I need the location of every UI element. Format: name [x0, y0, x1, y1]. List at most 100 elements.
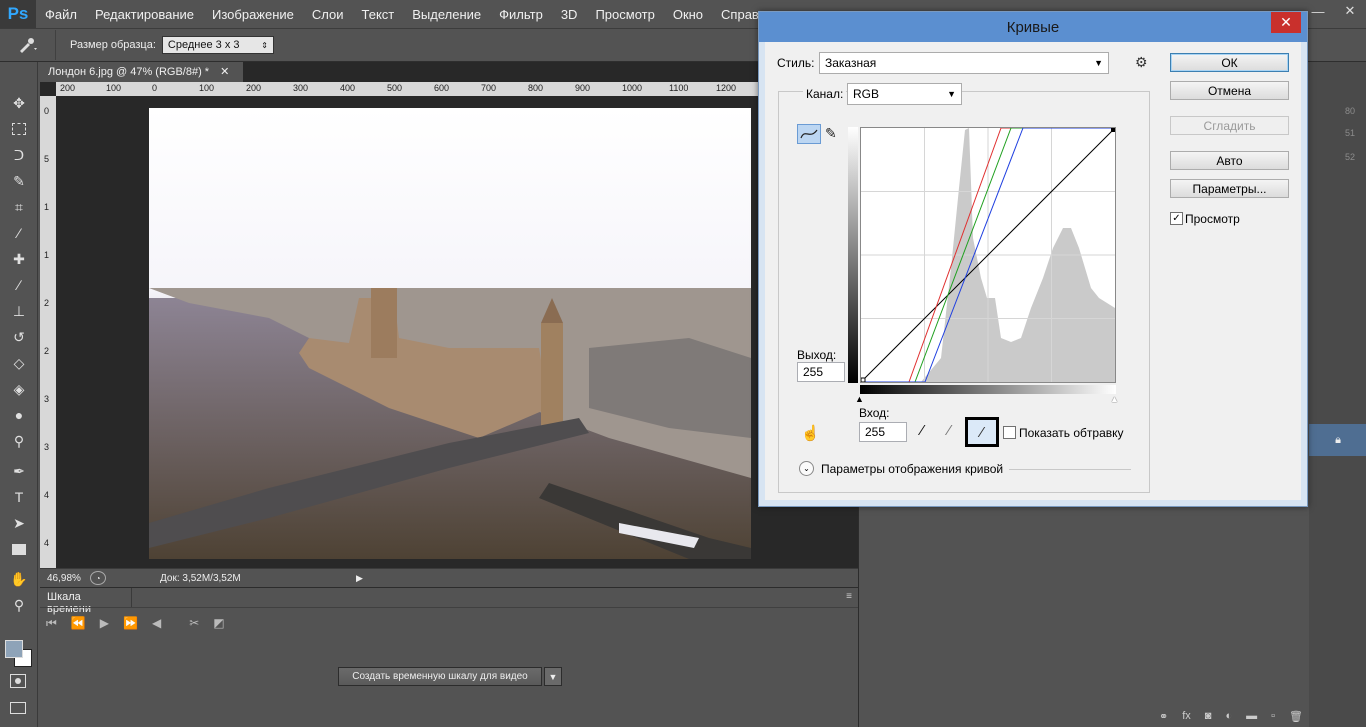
input-field[interactable]: [859, 422, 907, 442]
gray-point-eyedropper-icon[interactable]: ⁄: [948, 422, 951, 439]
layer-row-selected[interactable]: 🔒︎: [1309, 424, 1366, 456]
foreground-color-swatch[interactable]: [5, 640, 23, 658]
ruler-label: 5: [44, 154, 50, 164]
zoom-tool-icon[interactable]: ⚲: [6, 594, 32, 616]
curves-graph[interactable]: [860, 127, 1116, 383]
healing-brush-tool-icon[interactable]: ✚: [6, 248, 32, 270]
dialog-close-button[interactable]: ✕: [1271, 12, 1301, 33]
next-frame-icon[interactable]: ⏩: [123, 616, 138, 638]
black-point-slider[interactable]: ▲: [855, 394, 864, 404]
sample-size-select[interactable]: Среднее 3 x 3 ⇕: [161, 36, 274, 54]
eraser-tool-icon[interactable]: ◇: [6, 352, 32, 374]
menu-image[interactable]: Изображение: [203, 7, 303, 22]
scissors-icon[interactable]: ✂: [189, 616, 199, 638]
marquee-tool-icon[interactable]: [6, 118, 32, 140]
clone-stamp-tool-icon[interactable]: ⊥: [6, 300, 32, 322]
toolbox: ✥ ᑐ ✎ ⌗ ⁄ ✚ ∕ ⊥ ↺ ◇ ◈ ● ⚲ ✒ T ➤ ✋ ⚲: [0, 62, 38, 727]
adjustment-layer-icon[interactable]: ◐: [1225, 710, 1232, 727]
output-field[interactable]: [797, 362, 845, 382]
delete-layer-icon[interactable]: 🗑︎: [1289, 710, 1303, 727]
transition-icon[interactable]: ◩: [213, 616, 224, 638]
audio-icon[interactable]: ◀: [152, 616, 161, 638]
brush-tool-icon[interactable]: ∕: [6, 274, 32, 296]
channel-label: Канал:: [803, 87, 847, 101]
lasso-tool-icon[interactable]: ᑐ: [6, 144, 32, 166]
show-clipping-checkbox[interactable]: [1003, 426, 1016, 439]
play-icon[interactable]: ▶: [100, 616, 109, 638]
menu-window[interactable]: Окно: [664, 7, 712, 22]
menu-view[interactable]: Просмотр: [586, 7, 663, 22]
auto-button[interactable]: Авто: [1170, 151, 1289, 170]
status-info-icon[interactable]: ◔: [90, 571, 106, 585]
input-gradient-bar: [860, 385, 1116, 394]
options-button[interactable]: Параметры...: [1170, 179, 1289, 198]
menu-edit[interactable]: Редактирование: [86, 7, 203, 22]
ruler-left: 0 5 1 1 2 2 3 3 4 4: [40, 96, 56, 587]
cancel-button[interactable]: Отмена: [1170, 81, 1289, 100]
timeline-panel: Шкала времени ≡ ⏮ ⏪ ▶ ⏩ ◀ ✂ ◩ Создать вр…: [40, 587, 858, 727]
menu-file[interactable]: Файл: [36, 7, 86, 22]
timeline-tab[interactable]: Шкала времени: [40, 588, 132, 615]
hand-tool-icon[interactable]: ✋: [6, 568, 32, 590]
style-value: Заказная: [825, 56, 877, 70]
gear-icon[interactable]: ⚙: [1135, 54, 1148, 71]
quick-mask-icon[interactable]: [10, 674, 26, 688]
rectangle-tool-icon[interactable]: [6, 538, 32, 560]
smooth-button[interactable]: Сгладить: [1170, 116, 1289, 135]
eyedropper-tool-preset-icon[interactable]: [0, 30, 56, 60]
white-point-eyedropper-icon[interactable]: ⁄: [965, 417, 999, 447]
white-point-slider[interactable]: ▲: [1110, 394, 1119, 404]
document-image[interactable]: [149, 108, 751, 559]
ruler-label: 2: [44, 346, 50, 356]
close-window-button[interactable]: ✕: [1334, 0, 1366, 22]
timeline-mode-dropdown[interactable]: ▼: [544, 667, 562, 686]
black-point-eyedropper-icon[interactable]: ⁄: [921, 422, 924, 439]
dodge-tool-icon[interactable]: ⚲: [6, 430, 32, 452]
first-frame-icon[interactable]: ⏮: [46, 616, 57, 638]
screen-mode-icon[interactable]: [10, 702, 26, 714]
menu-3d[interactable]: 3D: [552, 7, 587, 22]
expand-options-icon[interactable]: ⌄: [799, 461, 814, 476]
move-tool-icon[interactable]: ✥: [6, 92, 32, 114]
menu-layer[interactable]: Слои: [303, 7, 353, 22]
ruler-label: 600: [434, 83, 450, 93]
blur-tool-icon[interactable]: ●: [6, 404, 32, 426]
layer-style-icon[interactable]: fx: [1182, 710, 1191, 727]
ruler-label: 1100: [669, 83, 689, 93]
pencil-icon[interactable]: ✎: [825, 125, 837, 142]
menu-select[interactable]: Выделение: [403, 7, 490, 22]
new-group-icon[interactable]: ▬: [1246, 710, 1257, 727]
panel-value: 52: [1345, 152, 1356, 162]
menu-filter[interactable]: Фильтр: [490, 7, 552, 22]
separator: [1009, 469, 1131, 470]
ruler-label: 100: [199, 83, 215, 93]
menu-type[interactable]: Текст: [353, 7, 404, 22]
ruler-label: 2: [44, 298, 50, 308]
link-layers-icon[interactable]: ⚭: [1159, 710, 1168, 727]
zoom-level[interactable]: 46,98%: [40, 573, 90, 584]
add-mask-icon[interactable]: ◙: [1205, 710, 1212, 727]
create-video-timeline-button[interactable]: Создать временную шкалу для видео: [338, 667, 542, 686]
crop-tool-icon[interactable]: ⌗: [6, 196, 32, 218]
quick-selection-tool-icon[interactable]: ✎: [6, 170, 32, 192]
preview-checkbox[interactable]: ✓: [1170, 212, 1183, 225]
curve-point-tool-icon[interactable]: [797, 124, 821, 144]
panel-menu-icon[interactable]: ≡: [846, 591, 852, 602]
previous-frame-icon[interactable]: ⏪: [71, 616, 86, 638]
channel-select[interactable]: RGB ▼: [847, 83, 962, 105]
eyedropper-tool-icon[interactable]: ⁄: [6, 222, 32, 244]
status-menu-arrow-icon[interactable]: ▶: [356, 573, 363, 584]
ruler-label: 1: [44, 202, 50, 212]
path-selection-tool-icon[interactable]: ➤: [6, 512, 32, 534]
style-select[interactable]: Заказная ▼: [819, 52, 1109, 74]
on-image-adjustment-icon[interactable]: ☝: [801, 424, 820, 442]
ok-button[interactable]: ОК: [1170, 53, 1289, 72]
close-tab-icon[interactable]: ✕: [220, 66, 229, 78]
pen-tool-icon[interactable]: ✒: [6, 460, 32, 482]
history-brush-tool-icon[interactable]: ↺: [6, 326, 32, 348]
document-tab[interactable]: Лондон 6.jpg @ 47% (RGB/8#) * ✕: [40, 62, 243, 82]
type-tool-icon[interactable]: T: [6, 486, 32, 508]
output-label: Выход:: [797, 348, 837, 362]
paint-bucket-tool-icon[interactable]: ◈: [6, 378, 32, 400]
new-layer-icon[interactable]: ▫: [1271, 710, 1275, 727]
